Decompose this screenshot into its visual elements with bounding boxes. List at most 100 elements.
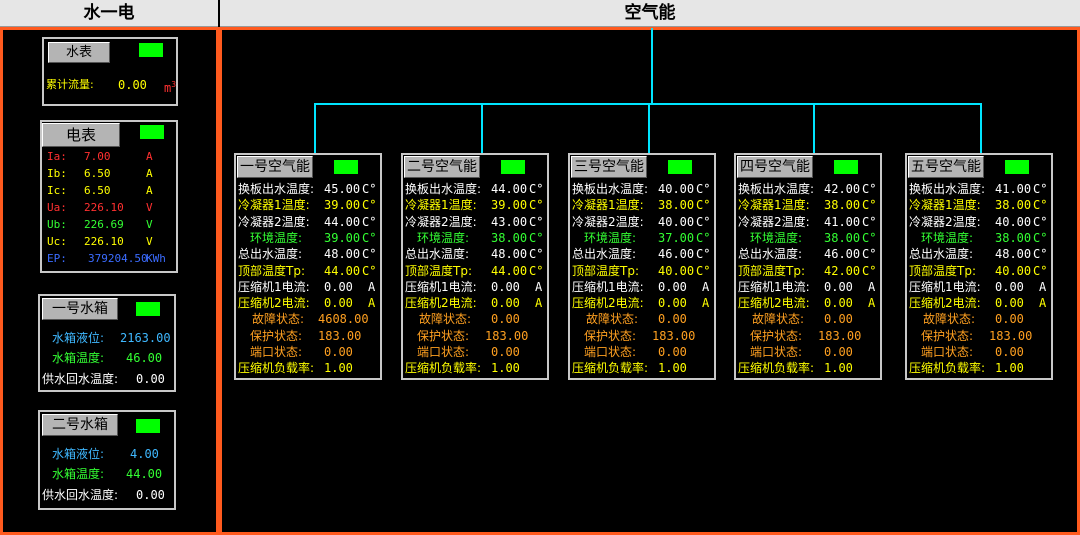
heat-pump-row-unit: C°	[696, 263, 711, 278]
heat-pump-row-unit: C°	[362, 214, 377, 229]
heat-pump-row-value: 42.00	[824, 182, 861, 196]
heat-pump-row-label: 总出水温度:	[572, 247, 637, 262]
heat-pump-row-value: 37.00	[658, 230, 695, 245]
tank2-supply-value: 0.00	[136, 488, 165, 502]
heat-pump-row-label: 顶部温度Tp:	[572, 263, 639, 278]
heat-pump-row-value: 48.00	[995, 247, 1032, 262]
heat-pump-row-label: 压缩机负载率:	[405, 361, 482, 376]
heat-pump-row-label: 故障状态:	[752, 312, 805, 327]
flow-unit: m3	[164, 80, 177, 95]
tank1-title[interactable]: 一号水箱	[42, 298, 118, 320]
tank2-title[interactable]: 二号水箱	[42, 414, 118, 436]
heat-pump-row-unit: C°	[862, 214, 877, 229]
heat-pump-row-label: 压缩机2电流:	[238, 296, 310, 311]
heat-pump-row-value: 39.00	[324, 230, 361, 245]
heat-pump-row-label: 故障状态:	[586, 312, 639, 327]
electric-meter-unit: KWh	[146, 252, 166, 265]
heat-pump-row-label: 冷凝器2温度:	[405, 214, 477, 229]
heat-pump-title[interactable]: 三号空气能	[571, 156, 647, 178]
heat-pump-row-value: 41.00	[824, 214, 861, 229]
heat-pump-row-unit: A	[535, 279, 543, 294]
heat-pump-row-value: 0.00	[824, 296, 853, 311]
heat-pump-row-value: 1.00	[324, 361, 353, 376]
heat-pump-row-value: 1.00	[658, 361, 687, 376]
heat-pump-row-unit: C°	[1033, 214, 1048, 229]
heat-pump-row-value: 39.00	[491, 198, 528, 213]
heat-pump-row-unit: A	[702, 279, 710, 294]
heat-pump-row-label: 环境温度:	[750, 230, 803, 245]
heat-pump-row-value: 0.00	[324, 296, 353, 311]
heat-pump-row-label: 保护状态:	[417, 328, 470, 343]
heat-pump-row-value: 183.00	[652, 328, 696, 343]
heat-pump-row-label: 总出水温度:	[738, 247, 803, 262]
heat-pump-row-value: 0.00	[824, 312, 853, 327]
heat-pump-row-label: 端口状态:	[250, 345, 303, 359]
heat-pump-row-unit: C°	[362, 263, 377, 278]
heat-pump-row-value: 40.00	[658, 263, 695, 278]
heat-pump-status-indicator	[834, 160, 858, 174]
heat-pump-row-value: 0.00	[658, 296, 687, 311]
heat-pump-row-value: 183.00	[989, 328, 1033, 343]
heat-pump-row-unit: A	[868, 296, 876, 311]
heat-pump-row-value: 0.00	[491, 345, 520, 359]
heat-pump-row-label: 压缩机负载率:	[738, 361, 815, 376]
water-meter-title[interactable]: 水表	[48, 42, 110, 63]
tree-trunk-line	[651, 28, 653, 104]
heat-pump-row-value: 40.00	[995, 214, 1032, 229]
electric-meter-row: Uc: 226.10 V	[42, 234, 176, 250]
electric-meter-label: Ia:	[47, 150, 67, 163]
heat-pump-title[interactable]: 四号空气能	[737, 156, 813, 178]
tank2-temp-label: 水箱温度:	[52, 467, 105, 481]
electric-meter-unit: V	[146, 201, 153, 214]
heat-pump-status-indicator	[501, 160, 525, 174]
heat-pump-title[interactable]: 二号空气能	[404, 156, 480, 178]
heat-pump-row-value: 0.00	[324, 279, 353, 294]
heat-pump-row-label: 换板出水温度:	[572, 182, 649, 196]
heat-pump-title[interactable]: 一号空气能	[237, 156, 313, 178]
electric-meter-label: Ua:	[47, 201, 67, 214]
electric-meter-value: 226.69	[84, 218, 124, 231]
electric-meter-title[interactable]: 电表	[42, 123, 120, 147]
tree-drop-4	[813, 103, 815, 153]
heat-pump-row-value: 0.00	[824, 345, 853, 359]
tank1-level-value: 2163.00	[120, 331, 171, 345]
heat-pump-row-unit: C°	[862, 263, 877, 278]
tank1-temp-value: 46.00	[126, 351, 163, 365]
heat-pump-row-value: 1.00	[995, 361, 1024, 376]
heat-pump-row-value: 0.00	[491, 312, 520, 327]
heat-pump-row-label: 端口状态:	[750, 345, 803, 359]
tank1-level-label: 水箱液位:	[52, 331, 105, 345]
heat-pump-row-label: 压缩机1电流:	[738, 279, 810, 294]
electric-meter-unit: V	[146, 218, 153, 231]
heat-pump-row-value: 0.00	[824, 279, 853, 294]
heat-pump-row-value: 38.00	[658, 198, 695, 213]
heat-pump-row-label: 冷凝器1温度:	[572, 198, 644, 213]
heat-pump-row-unit: C°	[862, 230, 877, 245]
heat-pump-status-indicator	[334, 160, 358, 174]
heat-pump-row-label: 压缩机2电流:	[405, 296, 477, 311]
heat-pump-title[interactable]: 五号空气能	[908, 156, 984, 178]
heat-pump-row-unit: C°	[696, 198, 711, 213]
heat-pump-row-unit: C°	[862, 182, 877, 196]
heat-pump-row-label: 顶部温度Tp:	[909, 263, 976, 278]
electric-meter-label: Ub:	[47, 218, 67, 231]
heat-pump-row-label: 冷凝器1温度:	[405, 198, 477, 213]
heat-pump-row-label: 冷凝器2温度:	[738, 214, 810, 229]
heat-pump-row-value: 41.00	[995, 182, 1032, 196]
tree-drop-5	[980, 103, 982, 153]
heat-pump-row-label: 环境温度:	[250, 230, 303, 245]
heat-pump-row-label: 保护状态:	[250, 328, 303, 343]
electric-meter-value: 226.10	[84, 235, 124, 248]
heat-pump-row-value: 0.00	[995, 345, 1024, 359]
electric-meter-row: Ia: 7.00 A	[42, 149, 176, 165]
flow-label: 累计流量:	[46, 78, 94, 91]
electric-meter-row: Ua: 226.10 V	[42, 200, 176, 216]
heat-pump-row-value: 38.00	[824, 230, 861, 245]
heat-pump-row-unit: A	[1039, 296, 1047, 311]
heat-pump-row-value: 183.00	[485, 328, 529, 343]
heat-pump-row-value: 40.00	[658, 214, 695, 229]
electric-meter-unit: V	[146, 235, 153, 248]
heat-pump-row-value: 0.00	[658, 345, 687, 359]
heat-pump-row-value: 46.00	[658, 247, 695, 262]
heat-pump-row-value: 40.00	[995, 263, 1032, 278]
